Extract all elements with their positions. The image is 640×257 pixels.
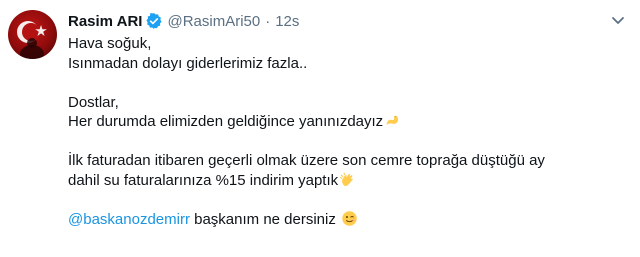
- tweet-text: Hava soğuk, Isınmadan dolayı giderlerimi…: [68, 34, 623, 229]
- tweet-line: Isınmadan dolayı giderlerimiz fazla..: [68, 54, 308, 72]
- tweet-header: Rasim ARI @RasimAri50 · 12s: [68, 10, 299, 32]
- timestamp[interactable]: 12s: [275, 13, 299, 30]
- display-name[interactable]: Rasim ARI: [68, 13, 142, 30]
- tweet-line-text: başkanım ne dersiniz: [189, 210, 341, 228]
- tweet-line-text: dahil su faturalarınıza %15 indirim yapt…: [68, 171, 339, 189]
- mention-link[interactable]: @baskanozdemirr: [68, 211, 190, 228]
- tweet-line: @baskanozdemirr başkanım ne dersiniz: [68, 210, 623, 230]
- tweet[interactable]: Rasim ARI @RasimAri50 · 12s Hava soğuk, …: [0, 0, 640, 257]
- flexed-biceps-emoji: [384, 112, 401, 129]
- avatar[interactable]: [8, 10, 57, 59]
- tweet-menu-button[interactable]: [606, 10, 630, 34]
- tweet-line: İlk faturadan itibaren geçerli olmak üze…: [68, 152, 545, 169]
- tweet-line: Her durumda elimizden geldiğince yanınız…: [68, 112, 623, 132]
- tweet-line: Hava soğuk,: [68, 35, 152, 52]
- clapping-hands-emoji: [339, 171, 356, 188]
- chevron-down-icon: [610, 12, 626, 33]
- winking-face-emoji: [341, 210, 358, 227]
- separator-dot: ·: [265, 12, 271, 30]
- user-handle[interactable]: @RasimAri50: [167, 13, 260, 30]
- tweet-line-text: Her durumda elimizden geldiğince yanınız…: [68, 113, 384, 130]
- verified-badge-icon: [145, 12, 163, 30]
- tweet-line: Dostlar,: [68, 93, 119, 111]
- tweet-line: dahil su faturalarınıza %15 indirim yapt…: [68, 171, 623, 191]
